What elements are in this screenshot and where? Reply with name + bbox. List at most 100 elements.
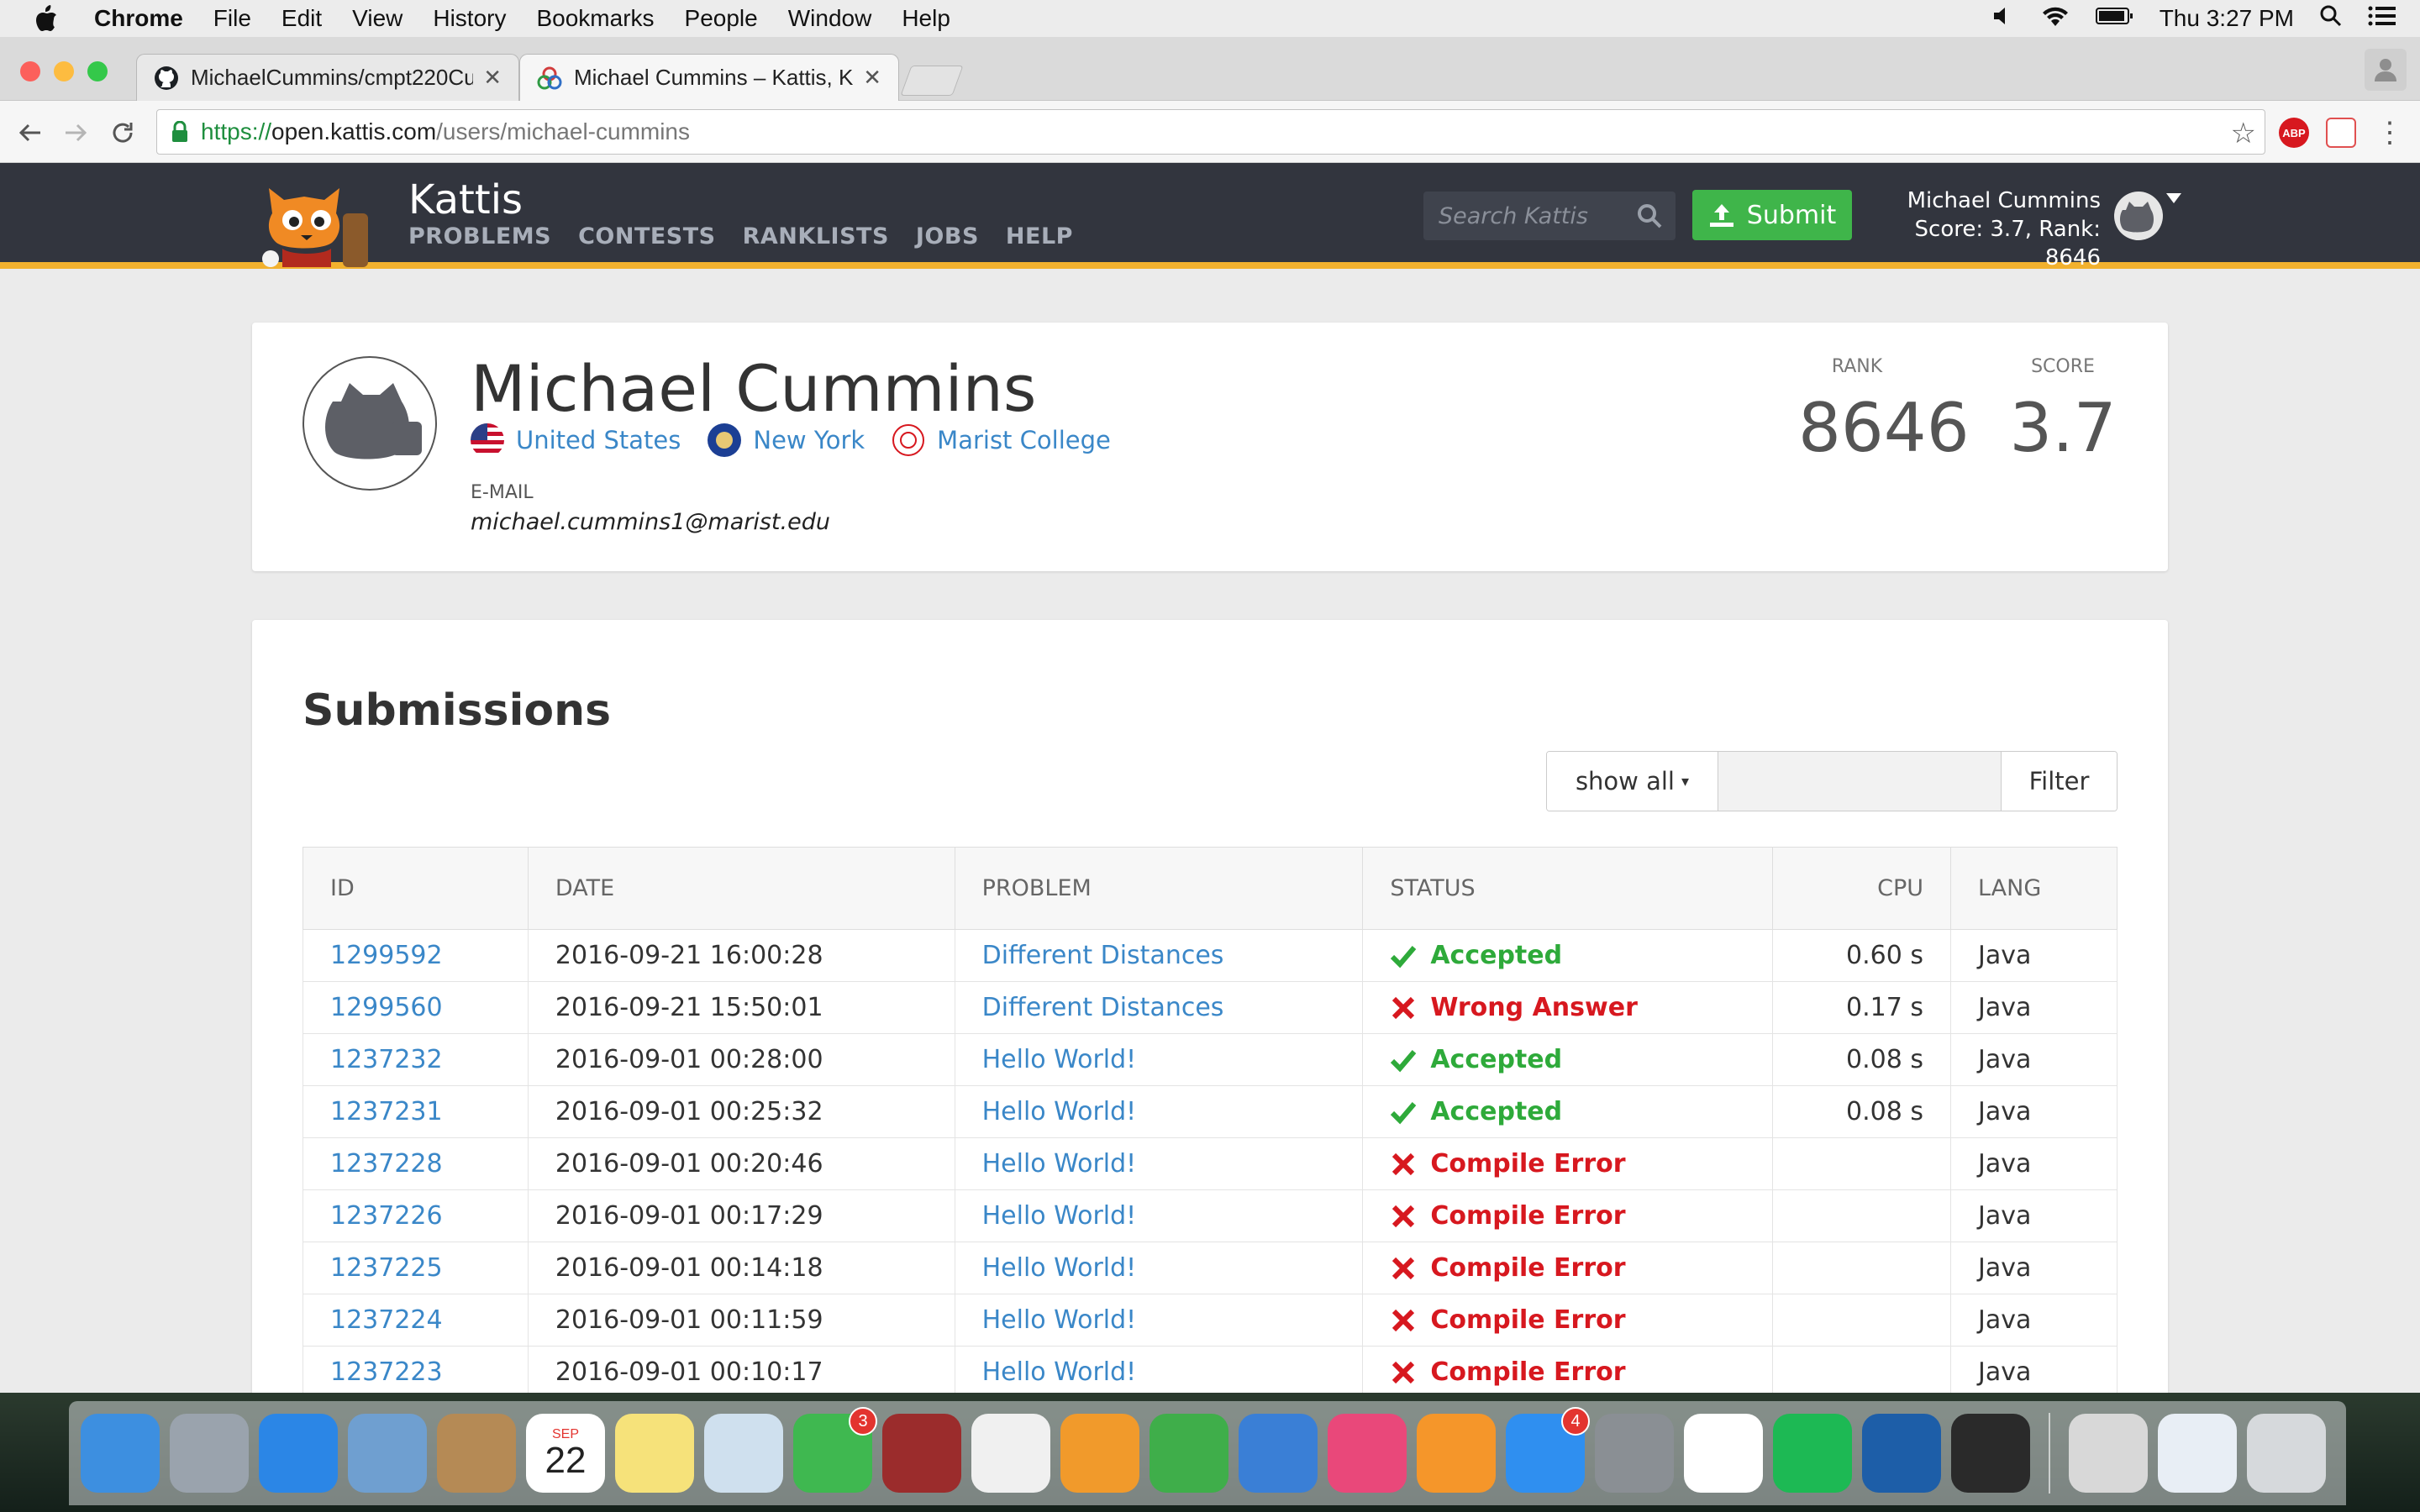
- search-input[interactable]: [1439, 202, 1632, 229]
- problem-link[interactable]: Hello World!: [954, 1346, 1364, 1393]
- numbers-icon[interactable]: [1150, 1414, 1228, 1493]
- tab-kattis[interactable]: Michael Cummins – Kattis, Katt ✕: [519, 54, 899, 101]
- nav-ranklists[interactable]: RANKLISTS: [743, 223, 889, 249]
- menu-edit[interactable]: Edit: [281, 5, 322, 32]
- battery-icon[interactable]: [2095, 5, 2134, 32]
- mail-icon[interactable]: [348, 1414, 427, 1493]
- back-button[interactable]: [13, 116, 47, 150]
- problem-link[interactable]: Different Distances: [954, 981, 1364, 1034]
- problem-link[interactable]: Hello World!: [954, 1137, 1364, 1190]
- adblock-icon[interactable]: ABP: [2279, 118, 2309, 148]
- nav-contests[interactable]: CONTESTS: [578, 223, 716, 249]
- keynote-icon[interactable]: [1239, 1414, 1318, 1493]
- menu-bookmarks[interactable]: Bookmarks: [536, 5, 654, 32]
- problem-link[interactable]: Hello World!: [954, 1242, 1364, 1294]
- country-link[interactable]: United States: [471, 423, 681, 457]
- chrome-menu-icon[interactable]: ⋮: [2373, 116, 2407, 150]
- column-header-lang[interactable]: LANG: [1950, 847, 2118, 930]
- window-zoom-button[interactable]: [87, 61, 108, 81]
- submit-button[interactable]: Submit: [1692, 190, 1852, 240]
- window-close-button[interactable]: [20, 61, 40, 81]
- submission-id-link[interactable]: 1237224: [302, 1294, 529, 1347]
- tab-close-icon[interactable]: ✕: [483, 65, 502, 91]
- preview-icon[interactable]: [704, 1414, 783, 1493]
- column-header-date[interactable]: DATE: [527, 847, 955, 930]
- user-summary[interactable]: Michael Cummins Score: 3.7, Rank: 8646: [1869, 186, 2101, 272]
- submission-id-link[interactable]: 1299560: [302, 981, 529, 1034]
- itunes-icon[interactable]: [1328, 1414, 1407, 1493]
- kattis-brand[interactable]: Kattis: [408, 176, 523, 223]
- problem-link[interactable]: Hello World!: [954, 1085, 1364, 1138]
- menu-file[interactable]: File: [213, 5, 251, 32]
- filter-input[interactable]: [1718, 752, 2001, 811]
- system-preferences-icon[interactable]: [1595, 1414, 1674, 1493]
- forward-button[interactable]: [59, 116, 92, 150]
- trash-icon[interactable]: [2247, 1414, 2326, 1493]
- wifi-icon[interactable]: [2040, 4, 2070, 34]
- menu-app-name[interactable]: Chrome: [94, 5, 183, 32]
- spotlight-icon[interactable]: [2319, 4, 2343, 34]
- launchpad-icon[interactable]: [170, 1414, 249, 1493]
- menu-history[interactable]: History: [433, 5, 506, 32]
- menu-people[interactable]: People: [685, 5, 758, 32]
- contacts-icon[interactable]: [437, 1414, 516, 1493]
- column-header-id[interactable]: ID: [302, 847, 529, 930]
- menu-view[interactable]: View: [352, 5, 402, 32]
- apple-icon[interactable]: [34, 4, 62, 33]
- menu-help[interactable]: Help: [902, 5, 950, 32]
- volume-icon[interactable]: [1991, 4, 2015, 34]
- region-link[interactable]: New York: [708, 423, 865, 457]
- submission-id-link[interactable]: 1237225: [302, 1242, 529, 1294]
- reload-button[interactable]: [106, 116, 139, 150]
- school-link[interactable]: Marist College: [892, 423, 1111, 457]
- pages-icon[interactable]: [1060, 1414, 1139, 1493]
- screenshot-stack-icon[interactable]: [2158, 1414, 2237, 1493]
- submission-id-link[interactable]: 1237231: [302, 1085, 529, 1138]
- address-bar[interactable]: https://open.kattis.com/users/michael-cu…: [156, 109, 2265, 155]
- notification-center-icon[interactable]: [2368, 5, 2396, 33]
- new-tab-button[interactable]: [900, 66, 964, 96]
- document-stack-icon[interactable]: [2069, 1414, 2148, 1493]
- user-avatar[interactable]: [2114, 192, 2163, 240]
- column-header-problem[interactable]: PROBLEM: [954, 847, 1364, 930]
- problem-link[interactable]: Hello World!: [954, 1294, 1364, 1347]
- column-header-status[interactable]: STATUS: [1362, 847, 1774, 930]
- clock[interactable]: Thu 3:27 PM: [2160, 5, 2294, 32]
- tab-close-icon[interactable]: ✕: [863, 65, 881, 91]
- window-minimize-button[interactable]: [54, 61, 74, 81]
- app-store-icon[interactable]: 4: [1506, 1407, 1590, 1493]
- nav-help[interactable]: HELP: [1006, 223, 1073, 249]
- lock-icon[interactable]: [171, 120, 189, 143]
- nav-problems[interactable]: PROBLEMS: [408, 223, 551, 249]
- photo-booth-icon[interactable]: [882, 1414, 961, 1493]
- submission-id-link[interactable]: 1299592: [302, 929, 529, 982]
- kattis-cat-logo[interactable]: [252, 171, 387, 267]
- filter-button[interactable]: Filter: [2001, 752, 2117, 811]
- sourcetree-icon[interactable]: [1862, 1414, 1941, 1493]
- photos-icon[interactable]: [971, 1414, 1050, 1493]
- status-filter-select[interactable]: show all ▾: [1547, 752, 1718, 811]
- problem-link[interactable]: Different Distances: [954, 929, 1364, 982]
- submission-id-link[interactable]: 1237228: [302, 1137, 529, 1190]
- chrome-icon[interactable]: [1684, 1414, 1763, 1493]
- submission-id-link[interactable]: 1237226: [302, 1189, 529, 1242]
- chevron-down-icon[interactable]: [2166, 193, 2181, 203]
- extension-icon[interactable]: [2326, 118, 2356, 148]
- problem-link[interactable]: Hello World!: [954, 1033, 1364, 1086]
- submission-id-link[interactable]: 1237223: [302, 1346, 529, 1393]
- ibooks-icon[interactable]: [1417, 1414, 1496, 1493]
- column-header-cpu[interactable]: CPU: [1772, 847, 1952, 930]
- finder-icon[interactable]: [81, 1414, 160, 1493]
- problem-link[interactable]: Hello World!: [954, 1189, 1364, 1242]
- tab-github[interactable]: MichaelCummins/cmpt220Cum ✕: [136, 54, 519, 101]
- chrome-profile-button[interactable]: [2365, 49, 2407, 91]
- facetime-icon[interactable]: 3: [793, 1407, 877, 1493]
- bookmark-star-icon[interactable]: ☆: [2231, 117, 2256, 150]
- nav-jobs[interactable]: JOBS: [916, 223, 979, 249]
- menu-window[interactable]: Window: [788, 5, 872, 32]
- notes-icon[interactable]: [615, 1414, 694, 1493]
- search-icon[interactable]: [1635, 202, 1664, 230]
- terminal-icon[interactable]: [1951, 1414, 2030, 1493]
- submission-id-link[interactable]: 1237232: [302, 1033, 529, 1086]
- calendar-icon[interactable]: SEP 22: [526, 1414, 605, 1493]
